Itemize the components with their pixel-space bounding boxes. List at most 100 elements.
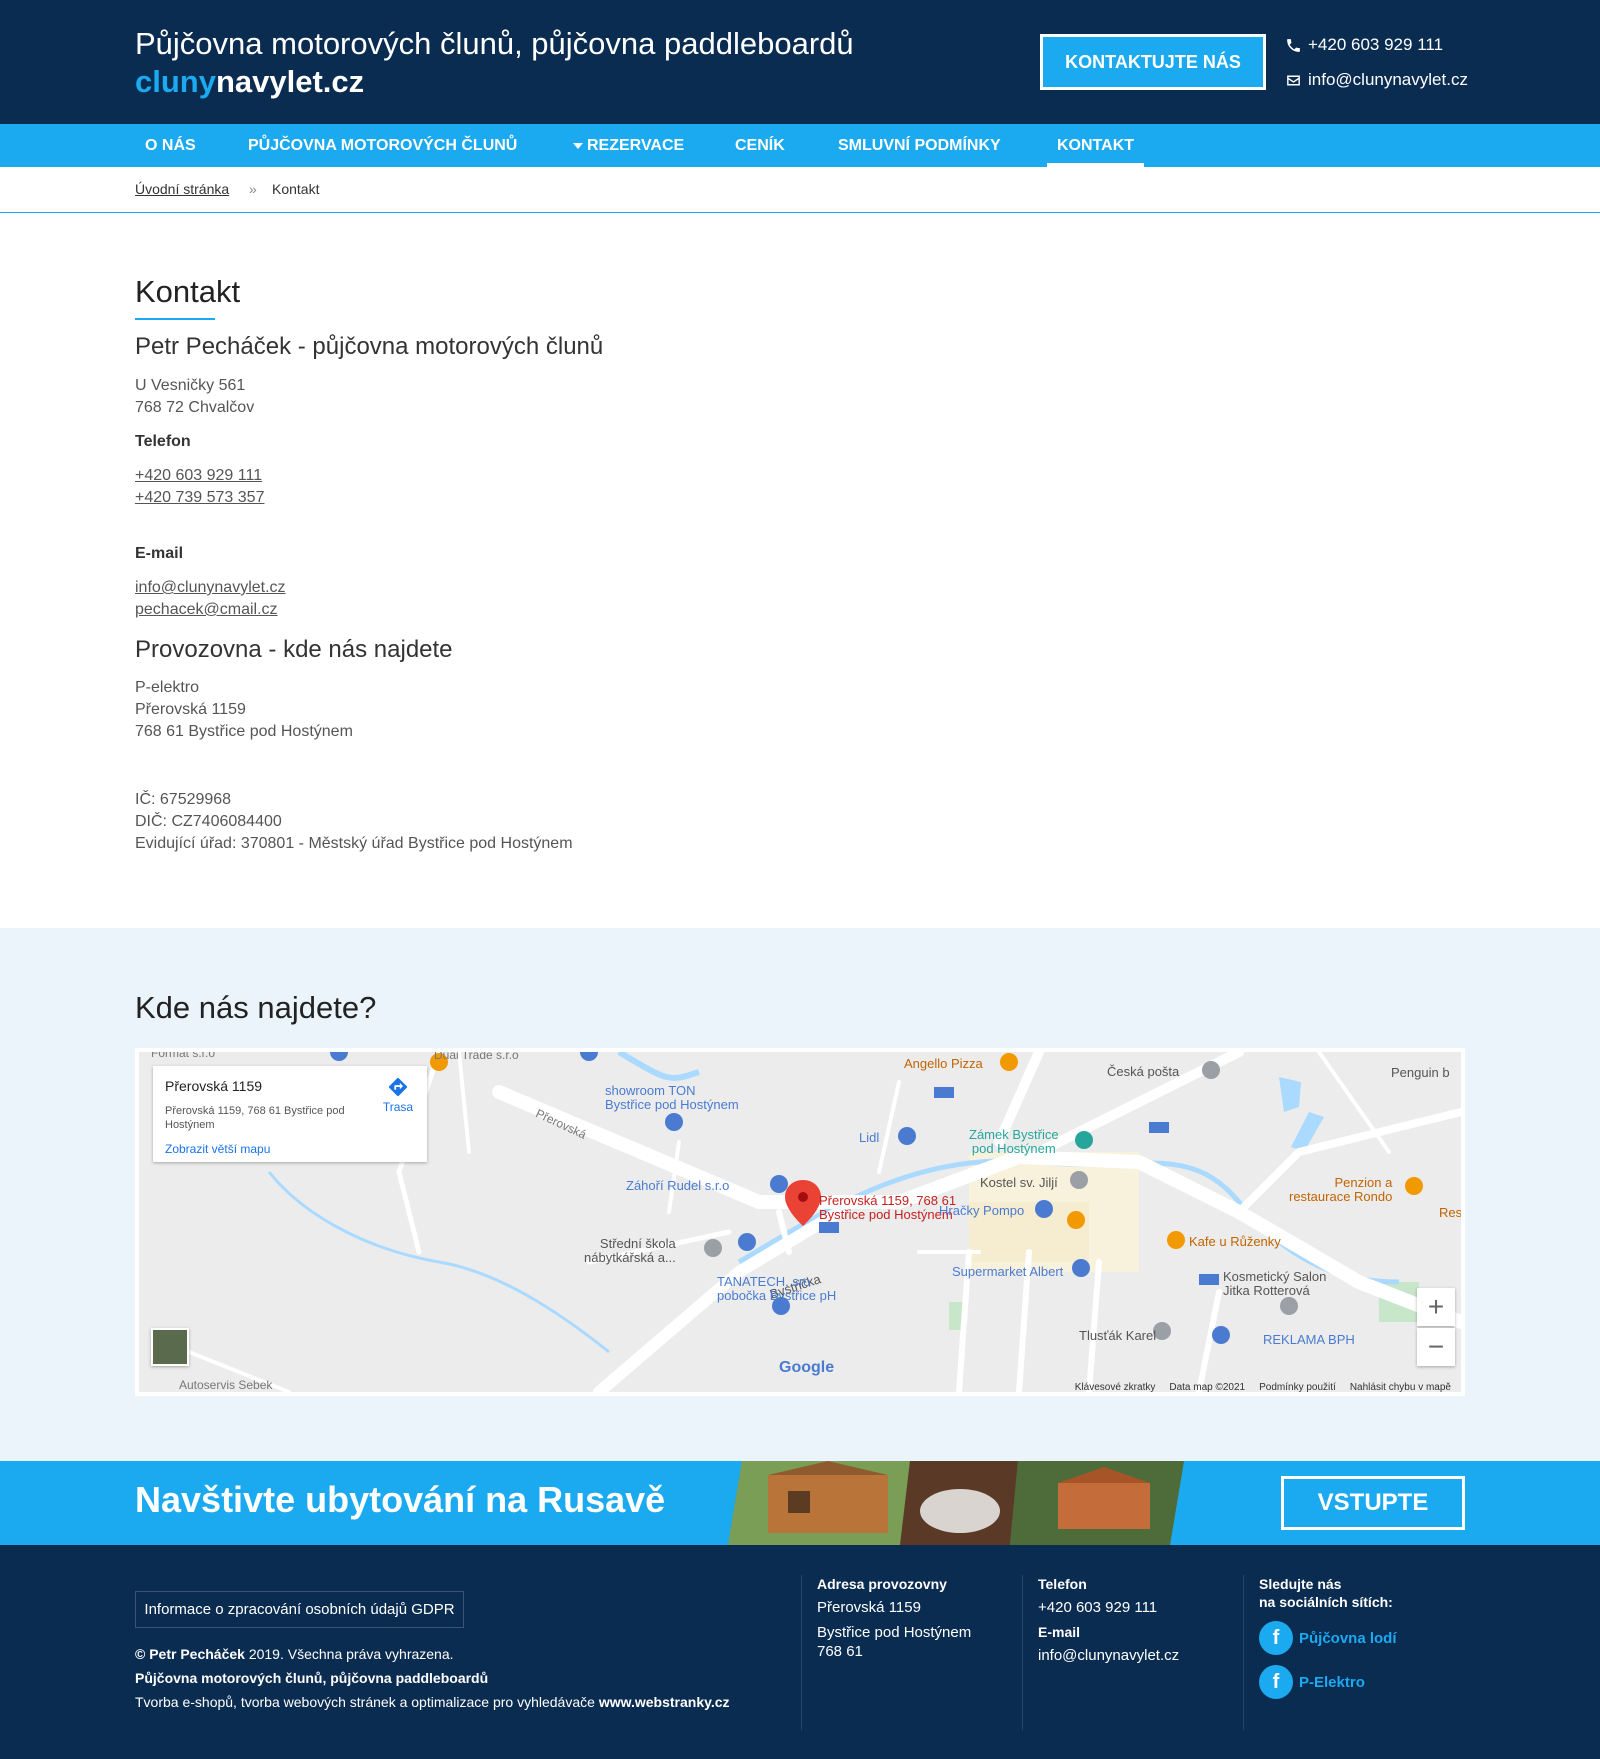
phone-label: Telefon xyxy=(135,433,191,450)
footer-address-line3: 768 61 xyxy=(817,1643,863,1660)
poi-albert[interactable]: Supermarket Albert xyxy=(952,1265,1063,1279)
poi-kosmetika[interactable]: Kosmetický Salon Jitka Rotterová xyxy=(1223,1270,1326,1298)
header-phone-text: +420 603 929 111 xyxy=(1308,35,1444,54)
shop-line1: P-elektro xyxy=(135,679,200,696)
poi-kostel[interactable]: Kostel sv. Jiljí xyxy=(980,1176,1058,1190)
poi-skola-line1: Střední škola xyxy=(599,1236,676,1251)
company-office: Evidující úřad: 370801 - Městský úřad By… xyxy=(135,835,573,852)
google-logo: Google xyxy=(779,1359,835,1376)
company-dic: DIČ: CZ7406084400 xyxy=(135,813,282,830)
poi-tanatech[interactable]: TANATECH, sro pobočka Bystřice pH xyxy=(717,1275,836,1303)
shop-line2: Přerovská 1159 xyxy=(135,701,246,718)
poi-skola-line2: nábytkářská a... xyxy=(584,1250,676,1265)
directions-button[interactable]: Trasa xyxy=(378,1076,418,1114)
email-link-2[interactable]: pechacek@cmail.cz xyxy=(135,601,278,619)
nav-item-rezervace[interactable]: REZERVACE xyxy=(573,124,684,167)
larger-map-link[interactable]: Zobrazit větší mapu xyxy=(165,1142,270,1156)
site-footer: Informace o zpracování osobních údajů GD… xyxy=(0,1545,1600,1759)
owner-heading: Petr Pecháček - půjčovna motorových člun… xyxy=(135,333,604,360)
accommodation-banner[interactable]: Navštivte ubytování na Rusavě VSTUPTE xyxy=(0,1461,1600,1545)
footer-address-line2: Bystřice pod Hostýnem xyxy=(817,1624,972,1641)
poi-angello[interactable]: Angello Pizza xyxy=(904,1057,983,1071)
poi-lidl[interactable]: Lidl xyxy=(859,1131,879,1145)
header-phone[interactable]: +420 603 929 111 xyxy=(1285,35,1443,55)
footer-email[interactable]: info@clunynavylet.cz xyxy=(1038,1646,1179,1665)
poi-tanatech-line2: pobočka Bystřice pH xyxy=(717,1288,837,1303)
facebook-icon: f xyxy=(1259,1621,1293,1655)
poi-kosmetika-line1: Kosmetický Salon xyxy=(1223,1269,1327,1284)
poi-showroom-line1: showroom TON xyxy=(605,1083,696,1098)
facebook-link-pujcovna-label: Půjčovna lodí xyxy=(1299,1629,1397,1647)
poi-penzion[interactable]: Penzion a restaurace Rondo xyxy=(1289,1176,1392,1204)
poi-tlustak[interactable]: Tlusťák Karel xyxy=(1079,1329,1156,1343)
poi-zahori[interactable]: Záhoří Rudel s.r.o xyxy=(626,1179,729,1193)
zoom-out-button[interactable]: − xyxy=(1417,1328,1455,1366)
poi-zamek-line1: Zámek Bystřice xyxy=(969,1127,1059,1142)
copyright-name: © Petr Pecháček xyxy=(135,1646,245,1662)
poi-zamek[interactable]: Zámek Bystřice pod Hostýnem xyxy=(969,1128,1059,1156)
nav-item-smluvni-podminky[interactable]: SMLUVNÍ PODMÍNKY xyxy=(838,124,1001,167)
email-link-1[interactable]: info@clunynavylet.cz xyxy=(135,579,286,597)
map-card-title: Přerovská 1159 xyxy=(165,1078,263,1094)
phone-link-1[interactable]: +420 603 929 111 xyxy=(135,467,262,485)
map-card-address: Přerovská 1159, 768 61 Bystřice pod Host… xyxy=(165,1105,345,1131)
page-title: Kontakt xyxy=(135,274,241,309)
footer-phone[interactable]: +420 603 929 111 xyxy=(1038,1598,1179,1617)
poi-autoservis[interactable]: Autoservis Sebek xyxy=(179,1378,272,1392)
phone-link-2[interactable]: +420 739 573 357 xyxy=(135,489,264,507)
footer-social-label-1: Sledujte nás xyxy=(1259,1576,1342,1592)
map-shortcuts-link[interactable]: Klávesové zkratky xyxy=(1075,1382,1156,1392)
creator-link[interactable]: www.webstranky.cz xyxy=(599,1694,730,1710)
poi-showroom-line2: Bystřice pod Hostýnem xyxy=(605,1097,739,1112)
directions-icon xyxy=(388,1077,408,1097)
company-ic: IČ: 67529968 xyxy=(135,791,232,808)
poi-zamek-line2: pod Hostýnem xyxy=(971,1141,1056,1156)
nav-item-o-nas[interactable]: O NÁS xyxy=(145,124,196,167)
banner-text: Navštivte ubytování na Rusavě xyxy=(135,1479,666,1520)
nav-item-kontakt[interactable]: KONTAKT xyxy=(1047,124,1145,167)
poi-skola[interactable]: Střední škola nábytkářská a... xyxy=(584,1237,676,1265)
google-map[interactable]: Přerovská 1159 Přerovská 1159, 768 61 By… xyxy=(135,1048,1465,1396)
poi-format[interactable]: Format s.r.o xyxy=(151,1052,215,1060)
breadcrumb: Úvodní stránka » Kontakt xyxy=(0,167,1600,213)
zoom-in-button[interactable]: + xyxy=(1417,1288,1455,1326)
nav-item-rezervace-label: REZERVACE xyxy=(587,136,685,154)
pin-label: Přerovská 1159, 768 61 Bystřice pod Host… xyxy=(819,1194,956,1222)
poi-reklama[interactable]: REKLAMA BPH xyxy=(1263,1333,1355,1347)
satellite-toggle[interactable] xyxy=(151,1328,189,1366)
facebook-link-pujcovna[interactable]: f Půjčovna lodí xyxy=(1259,1621,1397,1655)
shop-heading: Provozovna - kde nás najdete xyxy=(135,636,453,663)
poi-kafe[interactable]: Kafe u Růženky xyxy=(1189,1235,1281,1249)
gdpr-button[interactable]: Informace o zpracování osobních údajů GD… xyxy=(135,1591,464,1628)
breadcrumb-separator: » xyxy=(249,181,257,197)
map-info-card: Přerovská 1159 Přerovská 1159, 768 61 By… xyxy=(153,1066,427,1162)
contact-us-button[interactable]: KONTAKTUJTE NÁS xyxy=(1040,34,1266,90)
poi-penzion-line2: restaurace Rondo xyxy=(1289,1189,1393,1204)
site-logo[interactable]: clunynavylet.cz xyxy=(135,64,364,100)
poi-showroom[interactable]: showroom TON Bystřice pod Hostýnem xyxy=(605,1084,739,1112)
map-title: Kde nás najdete? xyxy=(135,990,377,1025)
poi-hracky[interactable]: Hračky Pompo xyxy=(939,1204,1024,1218)
nav-item-pujcovna[interactable]: PŮJČOVNA MOTOROVÝCH ČLUNŮ xyxy=(248,124,517,167)
owner-address-line2: 768 72 Chvalčov xyxy=(135,399,255,416)
shop-line3: 768 61 Bystřice pod Hostýnem xyxy=(135,723,353,740)
poi-penguin[interactable]: Penguin b xyxy=(1391,1066,1450,1080)
breadcrumb-current: Kontakt xyxy=(272,181,320,197)
footer-address-label: Adresa provozovny xyxy=(817,1576,947,1592)
banner-photos xyxy=(728,1461,1184,1545)
map-terms-link[interactable]: Podmínky použití xyxy=(1259,1382,1336,1392)
header-email[interactable]: info@clunynavylet.cz xyxy=(1285,70,1468,90)
phone-icon xyxy=(1287,38,1300,52)
footer-creator: Tvorba e-shopů, tvorba webových stránek … xyxy=(135,1694,730,1710)
poi-duha[interactable]: Duai Trade s.r.o xyxy=(434,1052,519,1062)
footer-company: Půjčovna motorových člunů, půjčovna padd… xyxy=(135,1670,489,1686)
nav-item-cenik[interactable]: CENÍK xyxy=(735,124,785,167)
poi-posta[interactable]: Česká pošta xyxy=(1107,1065,1179,1079)
footer-social-label-2: na sociálních sítích: xyxy=(1259,1594,1393,1610)
facebook-link-pelektro[interactable]: f P-Elektro xyxy=(1259,1665,1397,1699)
enter-button[interactable]: VSTUPTE xyxy=(1281,1476,1465,1530)
breadcrumb-home[interactable]: Úvodní stránka xyxy=(135,181,229,197)
poi-res[interactable]: Res xyxy=(1439,1206,1461,1220)
pin-label-line1: Přerovská 1159, 768 61 xyxy=(819,1193,957,1208)
map-report-link[interactable]: Nahlásit chybu v mapě xyxy=(1350,1382,1451,1392)
